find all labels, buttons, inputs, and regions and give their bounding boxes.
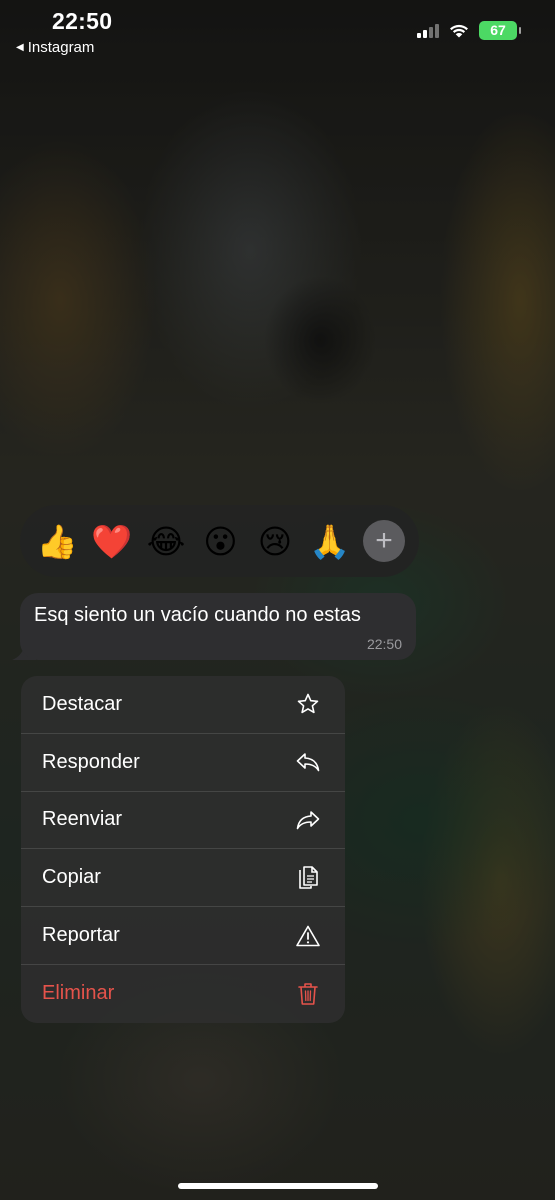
message-bubble[interactable]: Esq siento un vacío cuando no estas 22:5… [20,593,416,660]
menu-item-label: Reenviar [42,808,123,831]
menu-item-destacar[interactable]: Destacar [21,676,345,734]
menu-item-responder[interactable]: Responder [21,734,345,792]
message-text: Esq siento un vacío cuando no estas [34,604,361,626]
home-indicator[interactable] [178,1183,378,1189]
wifi-icon [450,24,468,38]
battery-indicator: 67 [479,21,521,40]
status-time: 22:50 [52,8,113,34]
menu-item-copiar[interactable]: Copiar [21,849,345,908]
crying-face-icon[interactable]: 😢 [254,525,296,558]
message-time: 22:50 [366,636,402,652]
reply-icon [295,749,321,775]
thumbs-up-icon[interactable]: 👍 [36,525,78,558]
reaction-picker: 👍 ❤️ 😂 😮 😢 🙏 + [20,505,419,577]
star-icon [295,691,321,717]
status-indicators: 67 [417,21,521,40]
menu-item-label: Destacar [42,692,123,715]
cellular-signal-icon [417,23,439,38]
red-heart-icon[interactable]: ❤️ [91,525,133,558]
back-triangle-icon: ◀ [16,42,24,53]
menu-item-label: Responder [42,750,140,773]
plus-icon: + [375,524,393,557]
add-reaction-button[interactable]: + [363,520,405,562]
menu-item-eliminar[interactable]: Eliminar [21,965,345,1023]
battery-nub [519,27,521,34]
trash-icon [295,981,321,1007]
menu-item-reenviar[interactable]: Reenviar [21,792,345,850]
forward-icon [295,807,321,833]
copy-icon [295,865,321,891]
message-context-menu: Destacar Responder Reenviar Copiar Repor… [21,676,345,1023]
menu-item-label: Copiar [42,866,101,889]
warning-icon [295,923,321,949]
surprised-face-icon[interactable]: 😮 [200,525,242,558]
back-app-label: Instagram [27,39,95,56]
folded-hands-icon[interactable]: 🙏 [309,525,351,558]
back-to-app-link[interactable]: ◀ Instagram [16,39,94,56]
battery-level: 67 [479,21,517,40]
menu-item-label: Reportar [42,924,120,947]
menu-item-reportar[interactable]: Reportar [21,907,345,965]
tears-of-joy-icon[interactable]: 😂 [145,525,187,558]
menu-item-label: Eliminar [42,982,115,1005]
